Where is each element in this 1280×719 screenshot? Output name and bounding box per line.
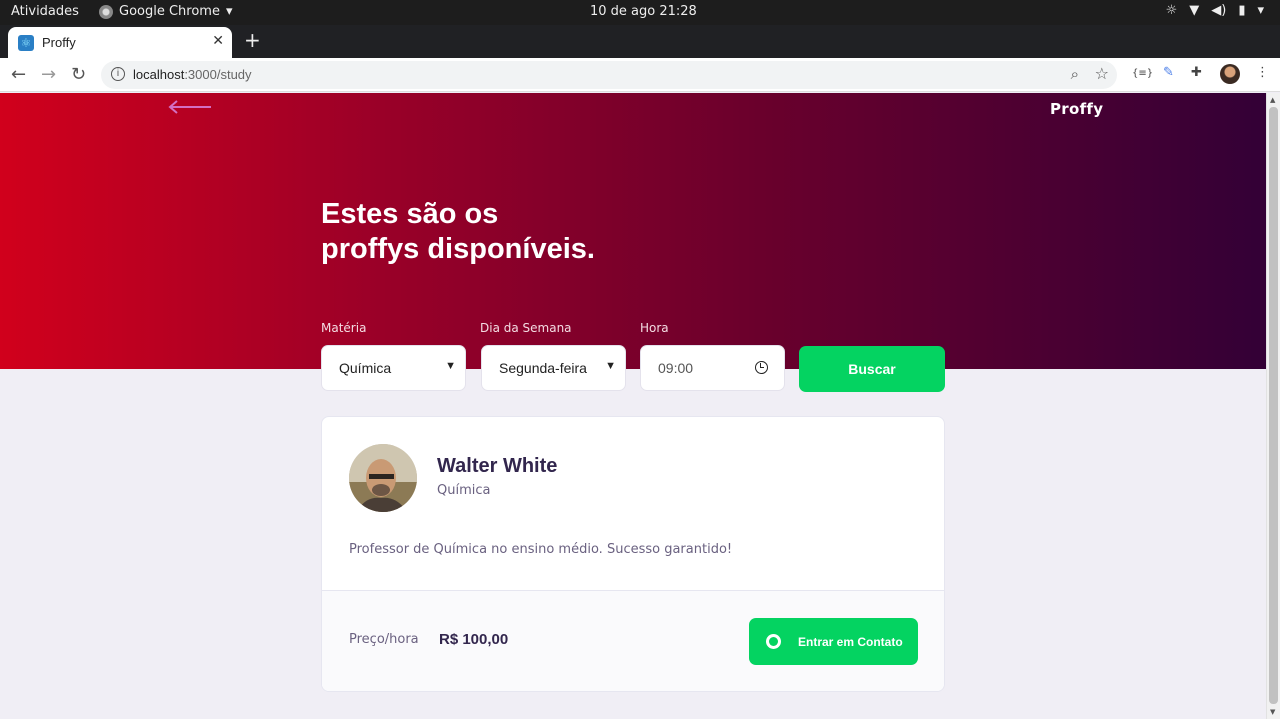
system-clock[interactable]: 10 de ago 21:28 bbox=[590, 4, 697, 19]
chevron-down-icon: ▼ bbox=[605, 360, 616, 372]
time-label: Hora bbox=[640, 321, 669, 335]
page-title: Estes são os proffys disponíveis. bbox=[321, 198, 595, 265]
extensions-puzzle-icon[interactable]: ✚ bbox=[1191, 65, 1202, 80]
teacher-name: Walter White bbox=[437, 455, 558, 477]
teacher-card: Walter White Química Professor de Químic… bbox=[321, 416, 945, 692]
page-scrollbar[interactable]: ▲ ▼ bbox=[1266, 93, 1280, 719]
reload-icon[interactable]: ↻ bbox=[71, 64, 86, 85]
subject-label: Matéria bbox=[321, 321, 367, 335]
scrollbar-thumb[interactable] bbox=[1269, 107, 1278, 704]
system-tray[interactable]: ☼ ▼ ◀) ▮ ▾ bbox=[1166, 3, 1264, 18]
new-tab-button[interactable]: + bbox=[244, 30, 261, 50]
contact-button[interactable]: Entrar em Contato bbox=[749, 618, 918, 665]
caret-down-icon: ▾ bbox=[225, 4, 233, 19]
page-header: Proffy Estes são os proffys disponíveis.… bbox=[0, 93, 1266, 392]
brightness-icon: ☼ bbox=[1165, 3, 1178, 18]
subject-select[interactable]: Química ▼ bbox=[321, 345, 466, 391]
browser-toolbar: ← → ↻ i localhost:3000/study ⌕ ☆ {≡} ✎ ✚… bbox=[0, 58, 1280, 92]
volume-icon: ◀) bbox=[1211, 3, 1227, 18]
app-name: Google Chrome bbox=[119, 4, 220, 19]
wifi-icon: ▼ bbox=[1189, 3, 1200, 18]
weekday-label: Dia da Semana bbox=[480, 321, 572, 335]
react-favicon-icon: ⚛ bbox=[18, 34, 34, 51]
bookmark-star-icon[interactable]: ☆ bbox=[1095, 64, 1109, 83]
weekday-select[interactable]: Segunda-feira ▼ bbox=[481, 345, 626, 391]
extension-feather-icon[interactable]: ✎ bbox=[1163, 65, 1174, 80]
profile-avatar[interactable] bbox=[1220, 64, 1240, 84]
back-arrow-icon[interactable]: ← bbox=[11, 64, 26, 85]
scroll-down-icon[interactable]: ▼ bbox=[1270, 708, 1275, 716]
activities-button[interactable]: Atividades bbox=[11, 4, 79, 19]
back-link-icon[interactable] bbox=[168, 99, 212, 115]
scroll-up-icon[interactable]: ▲ bbox=[1270, 96, 1275, 104]
teacher-card-footer: Preço/hora R$ 100,00 Entrar em Contato bbox=[322, 590, 944, 691]
site-info-icon[interactable]: i bbox=[111, 67, 125, 81]
teacher-avatar bbox=[349, 444, 417, 512]
study-page: Proffy Estes são os proffys disponíveis.… bbox=[0, 93, 1266, 719]
chrome-menu-icon[interactable]: ⋮ bbox=[1256, 65, 1269, 80]
chrome-icon bbox=[99, 4, 113, 19]
teacher-bio: Professor de Química no ensino médio. Su… bbox=[349, 542, 733, 557]
close-tab-icon[interactable]: ✕ bbox=[212, 33, 224, 49]
price-value: R$ 100,00 bbox=[439, 631, 509, 648]
time-input[interactable]: 09:00 bbox=[640, 345, 785, 391]
price-label: Preço/hora bbox=[349, 632, 419, 647]
url-text[interactable]: localhost:3000/study bbox=[133, 67, 252, 82]
teacher-subject: Química bbox=[437, 483, 491, 498]
app-menu[interactable]: Google Chrome ▾ bbox=[99, 4, 233, 19]
os-top-bar: Atividades Google Chrome ▾ 10 de ago 21:… bbox=[0, 0, 1280, 25]
tray-menu-icon: ▾ bbox=[1257, 3, 1264, 18]
tab-proffy[interactable]: ⚛ Proffy ✕ bbox=[8, 27, 232, 58]
forward-arrow-icon[interactable]: → bbox=[41, 64, 56, 85]
json-extension-icon[interactable]: {≡} bbox=[1132, 68, 1153, 79]
address-bar[interactable]: i localhost:3000/study ⌕ ☆ bbox=[101, 61, 1117, 89]
whatsapp-icon bbox=[766, 634, 781, 649]
battery-icon: ▮ bbox=[1238, 3, 1246, 18]
tab-strip: ⚛ Proffy ✕ + bbox=[0, 25, 1280, 58]
brand-logo: Proffy bbox=[1050, 100, 1104, 118]
tab-title: Proffy bbox=[42, 35, 76, 50]
contact-button-label: Entrar em Contato bbox=[798, 634, 903, 649]
search-button[interactable]: Buscar bbox=[799, 346, 945, 392]
zoom-icon[interactable]: ⌕ bbox=[1071, 65, 1079, 83]
clock-icon bbox=[755, 361, 768, 374]
chevron-down-icon: ▼ bbox=[445, 360, 456, 372]
